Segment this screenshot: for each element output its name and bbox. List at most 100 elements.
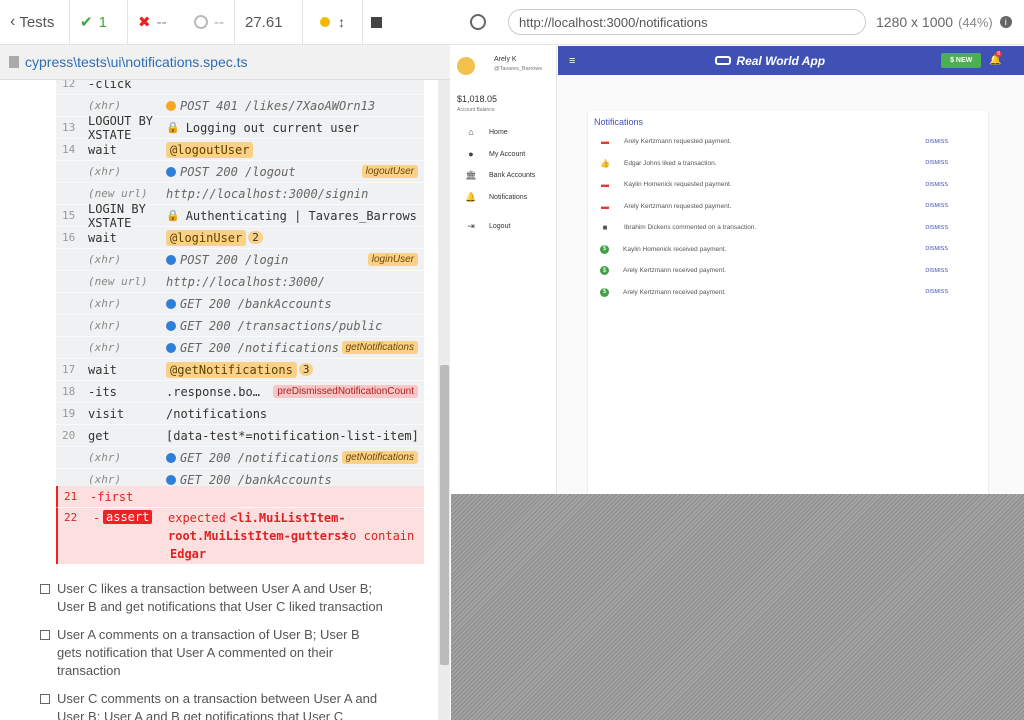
command-arg: http://localhost:3000/signin bbox=[166, 186, 369, 201]
check-icon: ✔ bbox=[80, 14, 93, 31]
command-method: (xhr) bbox=[88, 165, 122, 178]
command-arg: Logging out current user bbox=[185, 120, 360, 135]
bell-icon[interactable]: 🔔 8 bbox=[989, 51, 1003, 66]
info-icon[interactable]: i bbox=[999, 16, 1012, 28]
new-transaction-button[interactable]: $ NEW bbox=[941, 53, 982, 68]
command-arg: GET 200 /bankAccounts bbox=[180, 296, 332, 311]
stop-button[interactable] bbox=[363, 0, 390, 45]
alias-tag: loginUser bbox=[367, 253, 418, 266]
dismiss-button[interactable]: DISMISS bbox=[925, 225, 948, 231]
test-title-line: User C comments on a transaction between… bbox=[57, 691, 378, 706]
command-method: wait bbox=[88, 362, 117, 377]
command-method: (new url) bbox=[88, 187, 148, 200]
dismiss-button[interactable]: DISMISS bbox=[925, 268, 948, 274]
menu-icon[interactable]: ≡ bbox=[569, 55, 575, 67]
command-message: 🔒 Authenticating | Tavares_Barrows bbox=[166, 209, 424, 223]
command-row[interactable]: (new url) http://localhost:3000/ bbox=[56, 271, 424, 293]
command-arg: GET 200 /bankAccounts bbox=[180, 472, 332, 487]
command-method: get bbox=[88, 428, 110, 443]
notification-list-item: ▬ Kaylin Homenick requested payment. DISMI… bbox=[600, 174, 960, 195]
tests-button[interactable]: ‹ Tests bbox=[0, 0, 70, 45]
command-row[interactable]: 16 wait @loginUser 2 bbox=[56, 227, 424, 249]
test-item[interactable]: User A comments on a transaction of User… bbox=[40, 626, 360, 680]
thumb-up-icon: 👍 bbox=[600, 158, 610, 168]
auto-scroll-toggle[interactable]: ↕ bbox=[303, 0, 363, 45]
app-iframe: Arely K @Tavares_Barrows $1,018.05 Accou… bbox=[451, 46, 1024, 494]
command-number: 17 bbox=[62, 363, 76, 376]
assert-badge: assert bbox=[103, 510, 153, 524]
command-row[interactable]: (xhr) GET 200 /bankAccounts bbox=[56, 293, 424, 315]
nav-item-home[interactable]: ⌂ Home bbox=[465, 127, 507, 137]
home-icon: ⌂ bbox=[468, 127, 474, 137]
command-row[interactable]: 12 -click bbox=[56, 80, 424, 95]
command-row[interactable]: (xhr) POST 200 /logout logoutUser bbox=[56, 161, 424, 183]
notification-text: Arely Kertzmann received payment. bbox=[623, 267, 726, 274]
dismiss-button[interactable]: DISMISS bbox=[925, 246, 948, 252]
dismiss-button[interactable]: DISMISS bbox=[925, 139, 948, 145]
error-command-first[interactable]: 21 -first bbox=[56, 486, 424, 508]
command-arg: POST 200 /logout bbox=[180, 164, 296, 179]
reporter-scroll-thumb[interactable] bbox=[440, 365, 449, 665]
dismiss-button[interactable]: DISMISS bbox=[925, 289, 948, 295]
command-number: 22 bbox=[64, 511, 78, 524]
notification-list-item: $ Kaylin Homenick received payment. DISMIS… bbox=[600, 239, 960, 260]
url-bar[interactable]: http://localhost:3000/notifications bbox=[508, 9, 866, 35]
checkbox-icon bbox=[40, 694, 50, 704]
command-row[interactable]: 18 -its .response.bo… preDismissedNotificat… bbox=[56, 381, 424, 403]
avatar[interactable] bbox=[457, 57, 475, 75]
account-balance: $1,018.05 bbox=[457, 94, 498, 104]
command-message: 🔒 Logging out current user bbox=[166, 121, 424, 135]
request-status-icon bbox=[166, 298, 176, 309]
command-arg: GET 200 /transactions/public bbox=[180, 318, 383, 333]
command-row[interactable]: 19 visit/notifications bbox=[56, 403, 424, 425]
failed-count: ✖ -- bbox=[128, 0, 184, 45]
command-method: (xhr) bbox=[88, 341, 122, 354]
notification-list-item: $ Arely Kertzmann received payment. DISMIS… bbox=[600, 282, 960, 303]
notification-text: Edgar Johns liked a transaction. bbox=[624, 159, 717, 167]
spec-path[interactable]: cypress\tests\ui\notifications.spec.ts bbox=[25, 54, 248, 70]
notification-list-item: ▬ Arely Kertzmann requested payment. DISMI… bbox=[600, 196, 960, 217]
command-message: GET 200 /bankAccounts bbox=[166, 297, 424, 311]
request-status-icon bbox=[166, 166, 176, 177]
checkbox-icon bbox=[40, 630, 50, 640]
nav-item-logout[interactable]: ⇥ Logout bbox=[465, 221, 510, 232]
nav-item-my-account[interactable]: ● My Account bbox=[465, 149, 525, 159]
test-item[interactable]: User C likes a transaction between User … bbox=[40, 580, 383, 616]
test-item[interactable]: User C comments on a transaction between… bbox=[40, 690, 377, 720]
command-row[interactable]: (xhr) GET 200 /notifications getNotificati… bbox=[56, 447, 424, 469]
command-row[interactable]: 13 LOGOUT BY XSTATE 🔒 Logging out current u… bbox=[56, 113, 424, 142]
test-title: User A comments on a transaction of User… bbox=[57, 626, 360, 680]
error-command-assert[interactable]: 22 - assert expected <li.MuiListItem- ro… bbox=[56, 508, 424, 564]
command-row[interactable]: (xhr) GET 200 /transactions/public bbox=[56, 315, 424, 337]
dismiss-button[interactable]: DISMISS bbox=[925, 182, 948, 188]
notification-text: Kaylin Homenick requested payment. bbox=[624, 181, 732, 188]
notification-list-item: ▬ Arely Kertzmann requested payment. DISMI… bbox=[600, 131, 960, 152]
command-row[interactable]: 17 wait @getNotifications 3 bbox=[56, 359, 424, 381]
nav-item-notifications[interactable]: 🔔 Notifications bbox=[465, 192, 527, 203]
dismiss-button[interactable]: DISMISS bbox=[925, 203, 948, 209]
command-arg: @getNotifications bbox=[166, 361, 297, 378]
selector-playground-icon[interactable] bbox=[470, 14, 486, 30]
command-number: 15 bbox=[62, 209, 76, 222]
command-method: LOGOUT BY XSTATE bbox=[88, 113, 154, 142]
command-method: -its bbox=[88, 384, 117, 399]
command-arg: POST 200 /login bbox=[180, 252, 289, 267]
payment-received-icon: $ bbox=[600, 244, 609, 254]
lock-icon: 🔒 bbox=[166, 121, 180, 134]
nav-label: Bank Accounts bbox=[489, 172, 536, 179]
alias-tag: logoutUser bbox=[361, 165, 418, 178]
nav-label: My Account bbox=[489, 150, 526, 158]
command-arg: http://localhost:3000/ bbox=[166, 274, 325, 289]
command-row[interactable]: 20 get [data-test*=notification-list-item]… bbox=[56, 425, 424, 447]
command-row[interactable]: 14 wait @logoutUser bbox=[56, 139, 424, 161]
command-row[interactable]: (xhr) GET 200 /notifications getNotificati… bbox=[56, 337, 424, 359]
count-badge: 3 bbox=[298, 363, 314, 376]
test-title-line: User B; User A and B get notifications t… bbox=[57, 709, 344, 720]
command-row[interactable]: 15 LOGIN BY XSTATE 🔒 Authenticating | Tavar… bbox=[56, 202, 424, 230]
nav-item-bank-accounts[interactable]: 🏛 Bank Accounts bbox=[465, 170, 535, 181]
assert-prefix: - bbox=[93, 511, 101, 525]
command-method: (xhr) bbox=[88, 297, 122, 310]
command-row[interactable]: (xhr) POST 200 /login loginUser bbox=[56, 249, 424, 271]
dismiss-button[interactable]: DISMISS bbox=[925, 160, 948, 166]
count-badge: 2 bbox=[248, 231, 263, 244]
